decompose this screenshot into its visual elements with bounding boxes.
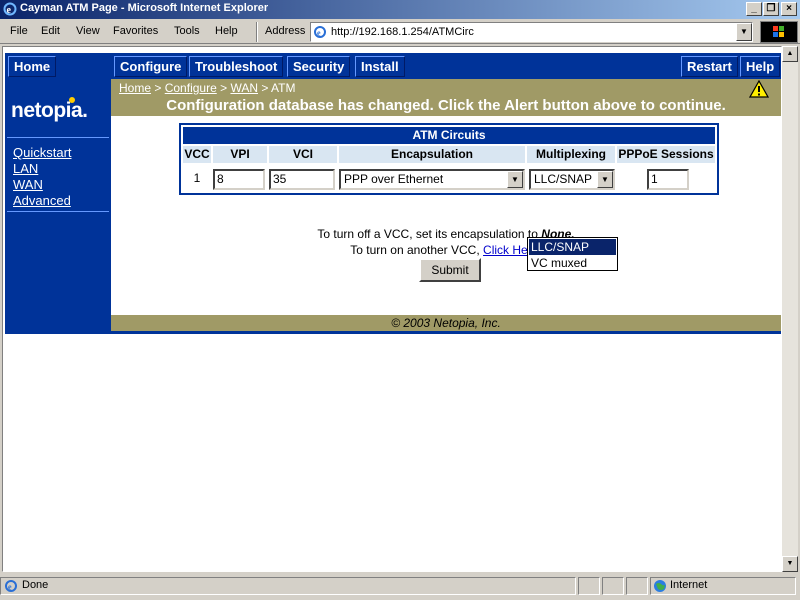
zone-label: Internet (670, 579, 708, 591)
scroll-down-icon[interactable]: ▼ (782, 556, 798, 572)
netopia-logo: netopia. (11, 97, 88, 123)
status-panel (578, 577, 600, 595)
vcc-number: 1 (193, 171, 201, 185)
window-title: Cayman ATM Page - Microsoft Internet Exp… (20, 2, 269, 14)
multiplexing-option-vc-muxed[interactable]: VC muxed (529, 255, 616, 271)
breadcrumb-configure[interactable]: Configure (165, 81, 217, 95)
svg-text:e: e (7, 5, 12, 16)
status-bar: e Done Internet (0, 575, 800, 597)
address-label: Address (265, 25, 306, 37)
vpi-input[interactable]: 8 (213, 169, 265, 190)
tab-troubleshoot[interactable]: Troubleshoot (189, 56, 284, 77)
page-icon: e (314, 26, 326, 38)
tab-install[interactable]: Install (355, 56, 405, 77)
tab-restart[interactable]: Restart (681, 56, 738, 77)
sidebar: netopia. Quickstart LAN WAN Advanced (5, 79, 111, 334)
address-url: http://192.168.1.254/ATMCirc (331, 26, 474, 38)
header-pppoe-sessions: PPPoE Sessions (617, 146, 715, 163)
submit-button[interactable]: Submit (419, 258, 481, 282)
chevron-down-icon[interactable]: ▼ (507, 171, 523, 188)
multiplexing-value: LLC/SNAP (534, 172, 593, 186)
tab-help[interactable]: Help (740, 56, 781, 77)
status-panel (626, 577, 648, 595)
vci-input[interactable]: 35 (269, 169, 335, 190)
menu-tools[interactable]: Tools (174, 25, 200, 37)
encapsulation-value: PPP over Ethernet (344, 172, 444, 186)
menu-help[interactable]: Help (215, 25, 238, 37)
close-button[interactable]: × (781, 2, 797, 16)
menu-file[interactable]: File (10, 25, 28, 37)
header-vci: VCI (269, 146, 337, 163)
breadcrumb-wan[interactable]: WAN (230, 81, 258, 95)
page-viewport: Home Configure Troubleshoot Security Ins… (2, 46, 782, 572)
breadcrumb-separator: > (154, 81, 162, 95)
maximize-button[interactable]: ❐ (763, 2, 779, 16)
copyright-footer: © 2003 Netopia, Inc. (111, 315, 781, 331)
header-multiplexing: Multiplexing (527, 146, 615, 163)
header-vcc: VCC (183, 146, 211, 163)
multiplexing-dropdown-list: LLC/SNAP VC muxed (527, 237, 618, 271)
browser-window: e Cayman ATM Page - Microsoft Internet E… (0, 0, 800, 600)
alert-message: Configuration database has changed. Clic… (166, 97, 726, 114)
chevron-down-icon[interactable]: ▼ (597, 171, 613, 188)
sidebar-divider (7, 211, 109, 212)
sidebar-item-quickstart[interactable]: Quickstart (13, 145, 72, 160)
status-page-icon: e (5, 580, 17, 592)
globe-icon (654, 580, 666, 592)
menu-view[interactable]: View (76, 25, 100, 37)
vcc-off-text: To turn off a VCC, set its encapsulation… (317, 227, 542, 241)
svg-text:e: e (8, 583, 12, 592)
breadcrumb: Home > Configure > WAN > ATM (119, 81, 296, 95)
header-vpi: VPI (213, 146, 267, 163)
scroll-up-icon[interactable]: ▲ (782, 46, 798, 62)
sidebar-divider (7, 137, 109, 138)
minimize-button[interactable]: _ (746, 2, 762, 16)
multiplexing-select[interactable]: LLC/SNAP ▼ (529, 169, 615, 190)
logo-text: netopia. (11, 99, 88, 122)
header-encapsulation: Encapsulation (339, 146, 525, 163)
top-nav: Home Configure Troubleshoot Security Ins… (5, 53, 781, 79)
breadcrumb-current: ATM (271, 81, 296, 95)
pppoe-sessions-input[interactable]: 1 (647, 169, 689, 190)
sidebar-item-advanced[interactable]: Advanced (13, 193, 71, 208)
svg-text:e: e (317, 29, 321, 38)
tab-home[interactable]: Home (8, 56, 57, 77)
sidebar-item-wan[interactable]: WAN (13, 177, 43, 192)
page-bottom-border (5, 331, 781, 334)
breadcrumb-home[interactable]: Home (119, 81, 151, 95)
atm-circuits-table: ATM Circuits VCC VPI VCI Encapsulation M… (179, 123, 719, 195)
address-dropdown-icon[interactable]: ▼ (736, 23, 752, 41)
menu-favorites[interactable]: Favorites (113, 25, 158, 37)
multiplexing-option-llc-snap[interactable]: LLC/SNAP (529, 239, 616, 255)
alert-warning-icon[interactable] (749, 80, 769, 98)
sidebar-item-lan[interactable]: LAN (13, 161, 38, 176)
encapsulation-select[interactable]: PPP over Ethernet ▼ (339, 169, 525, 190)
tab-configure[interactable]: Configure (114, 56, 188, 77)
windows-logo-icon (760, 21, 798, 43)
breadcrumb-separator: > (220, 81, 228, 95)
vertical-scrollbar[interactable]: ▲ ▼ (782, 46, 798, 572)
vcc-on-text: To turn on another VCC, (350, 243, 484, 257)
vcc-off-note: To turn off a VCC, set its encapsulation… (111, 227, 781, 241)
alert-banner: Home > Configure > WAN > ATM Configurati… (111, 79, 781, 116)
logo-dot (69, 97, 75, 103)
status-text: Done (22, 579, 49, 591)
status-panel (602, 577, 624, 595)
tab-security[interactable]: Security (287, 56, 351, 77)
title-bar: e Cayman ATM Page - Microsoft Internet E… (0, 0, 800, 19)
breadcrumb-separator: > (261, 81, 269, 95)
table-title: ATM Circuits (183, 127, 715, 144)
ie-logo-icon: e (3, 2, 17, 16)
status-panel (0, 577, 576, 595)
toolbar-separator (256, 22, 258, 42)
vcc-on-note: To turn on another VCC, Click Here. (111, 243, 781, 257)
address-bar[interactable]: e http://192.168.1.254/ATMCirc ▼ (310, 22, 753, 42)
menu-edit[interactable]: Edit (41, 25, 60, 37)
